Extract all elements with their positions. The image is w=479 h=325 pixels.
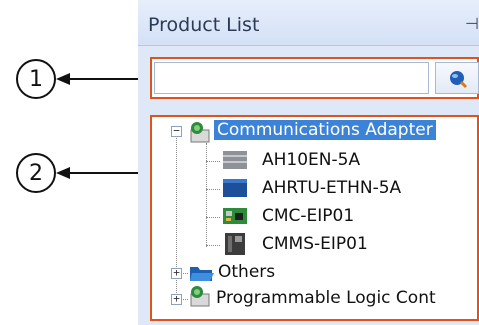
search-globe-icon [450,71,468,89]
pin-icon[interactable]: ⊣ [465,14,479,34]
callout-2-number: 2 [29,160,43,186]
collapse-icon[interactable]: − [171,125,182,137]
tree-connector [206,245,220,246]
tree-node-label[interactable]: CMMS-EIP01 [262,234,368,254]
device-dark-icon [225,233,245,255]
tree-connector [206,161,220,162]
tree-connector [206,217,220,218]
tree-node-label[interactable]: Programmable Logic Cont [216,288,436,308]
tree-node-label[interactable]: AH10EN-5A [262,150,360,170]
panel-title: Product List [148,14,260,36]
tree-connector [206,143,207,247]
circuit-board-icon [223,208,247,224]
search-area-highlight [150,57,479,99]
callout-1: 1 [16,59,56,99]
blue-folder-icon [190,267,214,281]
callout-2-arrow [56,167,149,179]
callout-1-arrow [56,73,149,85]
search-input[interactable] [154,62,429,94]
device-blue-icon [223,179,247,197]
product-tree: − Communications Adapter AH10EN-5A AHRTU… [150,115,479,321]
tree-node-label[interactable]: AHRTU-ETHN-5A [262,178,401,198]
network-folder-icon [190,122,210,143]
panel-header: Product List ⊣ [138,0,479,46]
device-gray-icon [223,151,247,169]
tree-node-label[interactable]: CMC-EIP01 [262,206,354,226]
expand-icon[interactable]: + [171,293,182,305]
tree-node-label[interactable]: Communications Adapter [214,120,436,140]
tree-node-label[interactable]: Others [218,262,275,282]
search-button[interactable] [435,62,479,94]
network-folder-icon [190,286,210,307]
callout-1-number: 1 [29,66,43,92]
callout-2: 2 [16,153,56,193]
tree-connector [206,189,220,190]
expand-icon[interactable]: + [171,267,182,279]
